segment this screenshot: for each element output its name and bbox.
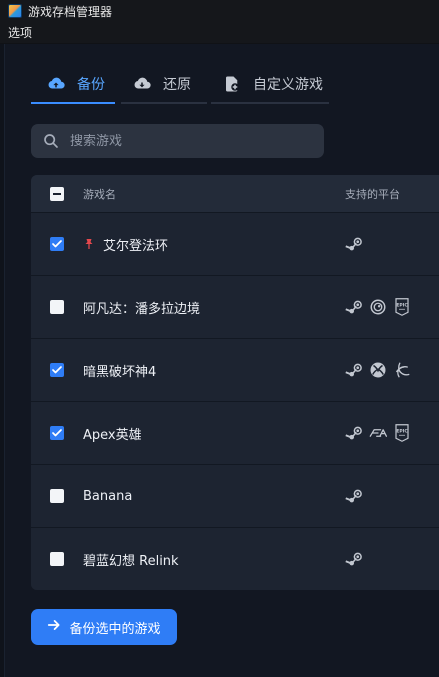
row-platforms-cell [345, 487, 439, 505]
row-checkbox-cell [31, 237, 83, 251]
game-name: 暗黑破坏神4 [83, 364, 157, 380]
steam-icon [345, 487, 363, 505]
tab-restore[interactable]: 还原 [121, 64, 207, 104]
game-name: 阿凡达：潘多拉边境 [83, 301, 201, 317]
row-platforms-cell [345, 550, 439, 568]
row-game-name-cell: Apex英雄 [83, 424, 345, 443]
row-checkbox[interactable] [50, 237, 64, 251]
row-checkbox[interactable] [50, 552, 64, 566]
backup-selected-button[interactable]: 备份选中的游戏 [31, 609, 177, 645]
games-table: 游戏名 支持的平台 艾尔登法环阿凡达：潘多拉边境 EPIC 暗黑破坏神4 Apex英雄… [31, 175, 439, 590]
arrow-right-icon [47, 618, 61, 636]
row-checkbox-cell [31, 552, 83, 566]
ubisoft-icon [369, 298, 387, 316]
title-bar: 游戏存档管理器 [0, 0, 439, 22]
table-row[interactable]: 阿凡达：潘多拉边境 EPIC [31, 275, 439, 338]
row-checkbox[interactable] [50, 489, 64, 503]
window-title: 游戏存档管理器 [28, 4, 113, 19]
row-checkbox-cell [31, 426, 83, 440]
row-checkbox-cell [31, 489, 83, 503]
backup-selected-label: 备份选中的游戏 [69, 621, 161, 637]
search-box[interactable] [31, 124, 324, 158]
table-header: 游戏名 支持的平台 [31, 175, 439, 212]
steam-icon [345, 424, 363, 442]
header-platforms: 支持的平台 [345, 187, 400, 201]
row-checkbox[interactable] [50, 363, 64, 377]
row-game-name-cell: 艾尔登法环 [83, 235, 345, 254]
xbox-icon [369, 361, 387, 379]
row-checkbox-cell [31, 363, 83, 377]
game-name: Banana [83, 488, 133, 504]
menu-options[interactable]: 选项 [8, 24, 32, 41]
row-checkbox[interactable] [50, 300, 64, 314]
tab-backup[interactable]: 备份 [31, 64, 115, 104]
tab-backup-underline [31, 102, 115, 104]
tab-backup-label: 备份 [77, 77, 105, 93]
row-platforms-cell [345, 361, 439, 379]
search-input[interactable] [70, 133, 290, 149]
steam-icon [345, 550, 363, 568]
app-icon [8, 4, 22, 18]
file-plus-icon [223, 75, 241, 93]
svg-text:EPIC: EPIC [396, 302, 408, 308]
select-all-cell [31, 186, 83, 201]
table-row[interactable]: Apex英雄 EPIC [31, 401, 439, 464]
table-row[interactable]: 艾尔登法环 [31, 212, 439, 275]
row-platforms-cell [345, 235, 439, 253]
row-game-name-cell: Banana [83, 489, 345, 504]
main-area: 备份 还原 自定义游戏 搜索游戏 游戏名 支持的平台 艾尔登法环 阿凡达：潘多拉… [0, 44, 439, 677]
tab-restore-label: 还原 [163, 77, 191, 93]
steam-icon [345, 361, 363, 379]
epic-icon: EPIC [393, 298, 411, 316]
cloud-download-icon [133, 75, 151, 93]
tab-bar: 备份 还原 自定义游戏 [31, 64, 329, 104]
epic-icon: EPIC [393, 424, 411, 442]
battlenet-icon [393, 361, 411, 379]
select-all-checkbox[interactable] [50, 186, 64, 201]
pin-icon[interactable] [83, 238, 95, 250]
table-row[interactable]: 碧蓝幻想 Relink [31, 527, 439, 590]
tab-custom-games-underline [211, 102, 329, 104]
tab-custom-games[interactable]: 自定义游戏 [211, 64, 329, 104]
row-game-name-cell: 阿凡达：潘多拉边境 [83, 298, 345, 317]
row-game-name-cell: 碧蓝幻想 Relink [83, 550, 345, 569]
tab-restore-underline [121, 102, 207, 104]
row-platforms-cell: EPIC [345, 298, 439, 316]
menu-bar: 选项 [0, 22, 439, 44]
search-icon [43, 133, 59, 149]
row-checkbox-cell [31, 300, 83, 314]
steam-icon [345, 298, 363, 316]
steam-icon [345, 235, 363, 253]
row-checkbox[interactable] [50, 426, 64, 440]
cloud-upload-icon [47, 75, 65, 93]
row-game-name-cell: 暗黑破坏神4 [83, 361, 345, 380]
game-name: Apex英雄 [83, 427, 142, 443]
tab-custom-games-label: 自定义游戏 [253, 77, 323, 93]
content-panel: 备份 还原 自定义游戏 搜索游戏 游戏名 支持的平台 艾尔登法环 阿凡达：潘多拉… [4, 44, 439, 677]
game-name: 艾尔登法环 [103, 238, 169, 254]
row-platforms-cell: EPIC [345, 424, 439, 442]
table-row[interactable]: 暗黑破坏神4 [31, 338, 439, 401]
game-name: 碧蓝幻想 Relink [83, 553, 179, 569]
table-row[interactable]: Banana [31, 464, 439, 527]
header-game-name: 游戏名 [83, 187, 116, 201]
svg-text:EPIC: EPIC [396, 428, 408, 434]
ea-icon [369, 424, 387, 442]
